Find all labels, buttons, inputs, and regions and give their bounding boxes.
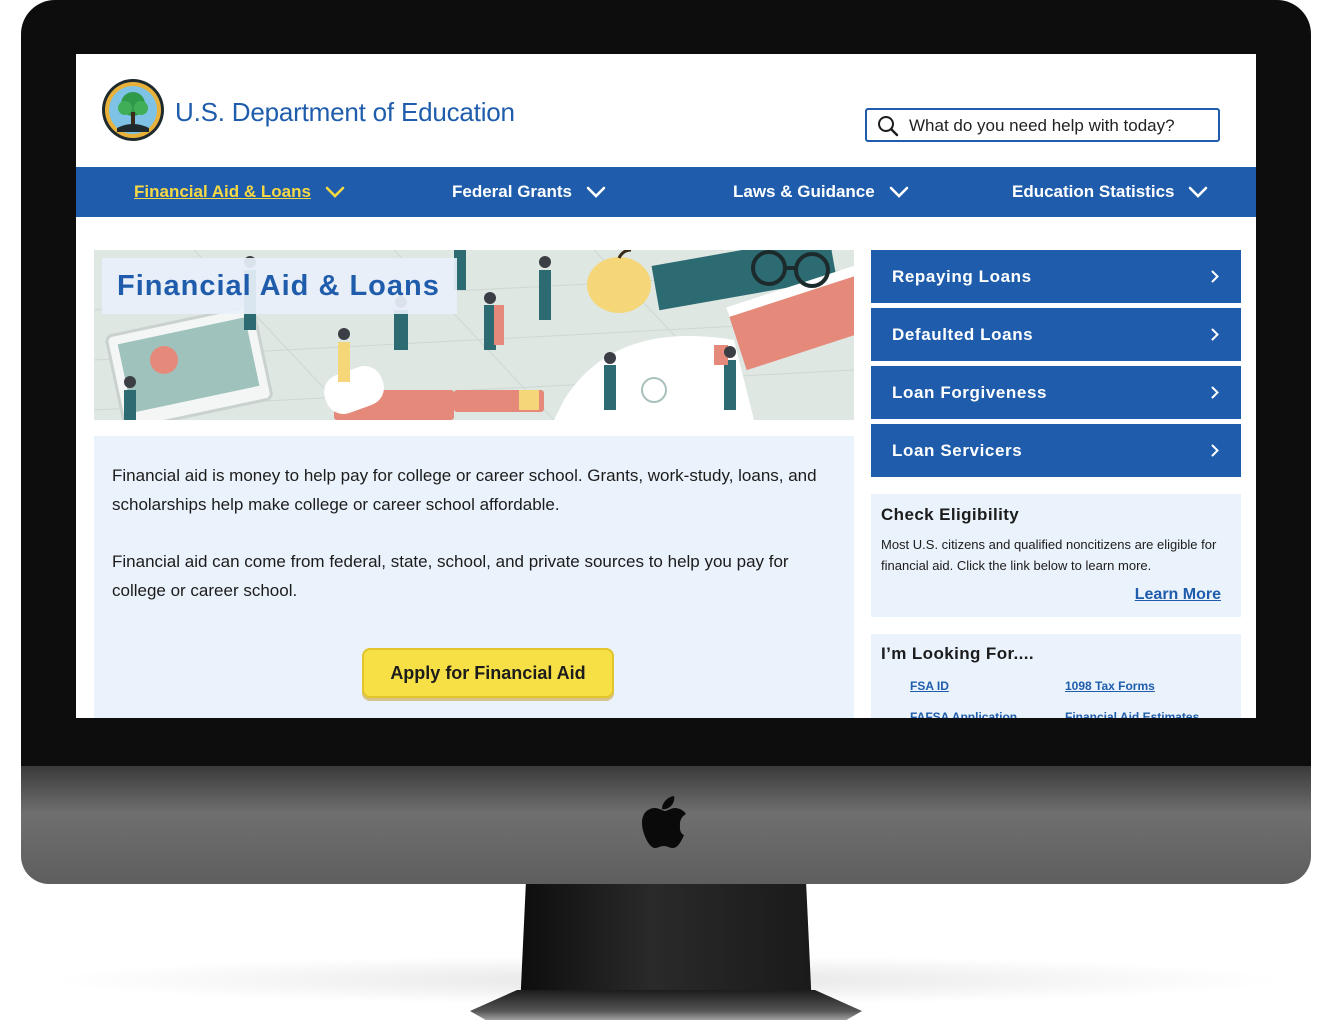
- nav-federal-grants[interactable]: Federal Grants: [452, 167, 606, 217]
- nav-label: Laws & Guidance: [733, 182, 875, 201]
- sidebar-link-defaulted-loans[interactable]: Defaulted Loans: [871, 308, 1241, 361]
- intro-paragraph-2: Financial aid can come from federal, sta…: [112, 552, 789, 600]
- intro-panel: Financial aid is money to help pay for c…: [94, 436, 854, 718]
- search-icon[interactable]: [877, 115, 899, 137]
- monitor-stand-base: [470, 990, 862, 1020]
- chevron-right-icon: [1211, 270, 1219, 283]
- sidebar-link-label: Defaulted Loans: [892, 325, 1034, 344]
- intro-paragraph-1: Financial aid is money to help pay for c…: [112, 466, 817, 514]
- nav-label: Federal Grants: [452, 182, 572, 201]
- tax-forms-link[interactable]: 1098 Tax Forms: [1065, 679, 1155, 693]
- site-header: U.S. Department of Education: [76, 54, 1256, 167]
- chevron-right-icon: [1211, 386, 1219, 399]
- chevron-down-icon: [1189, 186, 1208, 198]
- department-seal-icon[interactable]: [101, 78, 165, 142]
- financial-aid-estimates-link[interactable]: Financial Aid Estimates: [1065, 710, 1199, 718]
- sidebar-link-label: Repaying Loans: [892, 267, 1032, 286]
- sidebar-link-loan-forgiveness[interactable]: Loan Forgiveness: [871, 366, 1241, 419]
- search-box[interactable]: [865, 108, 1220, 142]
- search-input[interactable]: [909, 113, 1209, 139]
- hero-banner: Financial Aid & Loans: [94, 250, 854, 420]
- eligibility-text: Most U.S. citizens and qualified nonciti…: [881, 537, 1217, 573]
- main-nav: Financial Aid & Loans Federal Grants Law…: [76, 167, 1256, 217]
- chevron-down-icon: [889, 186, 909, 198]
- sidebar-link-repaying-loans[interactable]: Repaying Loans: [871, 250, 1241, 303]
- nav-financial-aid-loans[interactable]: Financial Aid & Loans: [134, 167, 345, 217]
- looking-for-card: I’m Looking For.... FSA ID 1098 Tax Form…: [871, 634, 1241, 718]
- sidebar-link-label: Loan Forgiveness: [892, 383, 1048, 402]
- apple-logo-icon: [640, 792, 692, 852]
- nav-label: Education Statistics: [1012, 182, 1175, 201]
- browser-viewport: U.S. Department of Education Financial A…: [76, 54, 1256, 718]
- site-title[interactable]: U.S. Department of Education: [175, 97, 515, 128]
- apply-financial-aid-button[interactable]: Apply for Financial Aid: [362, 648, 614, 698]
- fafsa-application-link[interactable]: FAFSA Application: [910, 710, 1017, 718]
- chevron-right-icon: [1211, 444, 1219, 457]
- chevron-right-icon: [1211, 328, 1219, 341]
- sidebar-link-label: Loan Servicers: [892, 441, 1023, 460]
- chevron-down-icon: [325, 186, 345, 198]
- eligibility-title: Check Eligibility: [881, 505, 1020, 524]
- nav-education-statistics[interactable]: Education Statistics: [1012, 167, 1208, 217]
- nav-label: Financial Aid & Loans: [134, 182, 311, 201]
- check-eligibility-card: Check Eligibility Most U.S. citizens and…: [871, 494, 1241, 617]
- fsa-id-link[interactable]: FSA ID: [910, 679, 949, 693]
- hero-title: Financial Aid & Loans: [102, 258, 457, 314]
- learn-more-link[interactable]: Learn More: [1135, 586, 1221, 604]
- nav-laws-guidance[interactable]: Laws & Guidance: [733, 167, 909, 217]
- looking-for-title: I’m Looking For....: [881, 644, 1035, 663]
- chevron-down-icon: [586, 186, 606, 198]
- monitor-stand: [520, 884, 812, 1008]
- sidebar-link-loan-servicers[interactable]: Loan Servicers: [871, 424, 1241, 477]
